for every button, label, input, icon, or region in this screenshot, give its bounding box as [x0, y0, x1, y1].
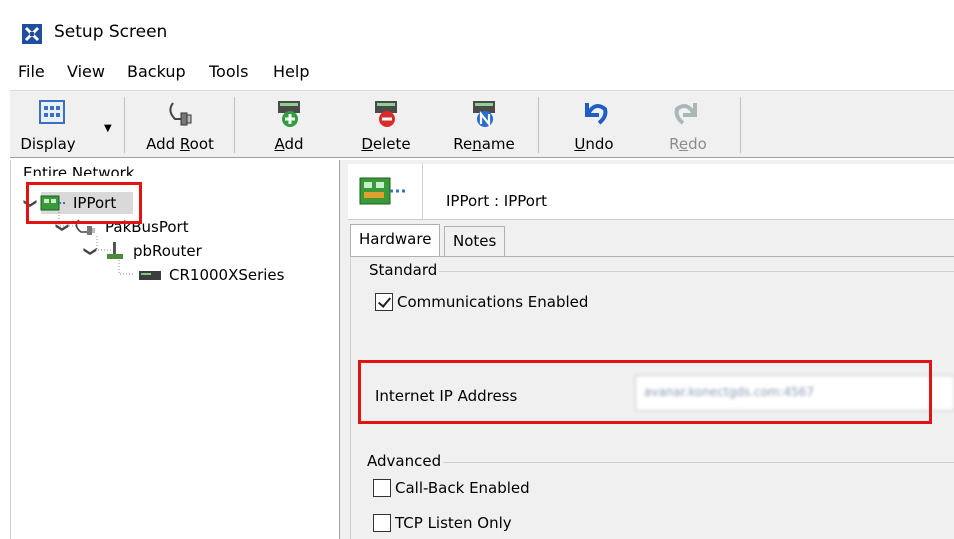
menu-bar: File View Backup Tools Help	[0, 58, 954, 88]
root-port-icon	[169, 102, 192, 126]
chevron-down-icon[interactable]: ❯	[83, 244, 98, 258]
advanced-group-label: Advanced	[365, 452, 444, 470]
group-divider	[431, 271, 954, 272]
undo-label: Undo	[574, 135, 614, 153]
toolbar-separator	[538, 97, 539, 153]
communications-enabled-label: Communications Enabled	[397, 293, 589, 311]
toolbar-separator	[740, 97, 741, 153]
datalogger-icon	[139, 271, 161, 280]
standard-group-label: Standard	[367, 261, 440, 279]
window-title: Setup Screen	[54, 22, 168, 42]
title-bar: Setup Screen	[0, 0, 954, 58]
display-grid-icon	[39, 100, 65, 124]
toolbar-separator	[124, 97, 125, 153]
call-back-enabled-label: Call-Back Enabled	[395, 479, 530, 497]
header-divider	[422, 164, 423, 220]
call-back-enabled-checkbox[interactable]: Call-Back Enabled	[373, 479, 530, 497]
add-label: Add	[274, 135, 304, 153]
app-logo-icon	[22, 24, 42, 44]
redo-button[interactable]: Redo	[642, 91, 734, 157]
tab-hardware[interactable]: Hardware	[350, 224, 441, 256]
redo-label: Redo	[669, 135, 707, 153]
tcp-listen-only-label: TCP Listen Only	[395, 514, 512, 532]
ip-address-highlight-box	[358, 360, 932, 424]
redo-arrow-icon	[674, 103, 697, 125]
router-icon	[107, 242, 123, 259]
undo-arrow-icon	[585, 103, 608, 125]
tree-node-label: pbRouter	[133, 242, 202, 260]
menu-help[interactable]: Help	[273, 62, 309, 81]
group-divider	[443, 462, 954, 463]
display-dropdown-icon[interactable]: ▼	[104, 123, 112, 134]
menu-backup[interactable]: Backup	[127, 62, 186, 81]
delete-button[interactable]: Delete	[340, 91, 432, 157]
menu-view[interactable]: View	[67, 62, 105, 81]
tree-node-pbrouter[interactable]: ❯ pbRouter	[83, 240, 202, 262]
rename-device-icon	[473, 101, 495, 128]
tree-highlight-box	[26, 182, 142, 224]
add-button[interactable]: Add	[246, 91, 332, 157]
delete-label: Delete	[361, 135, 411, 153]
device-header: IPPort : IPPort	[348, 164, 954, 220]
device-settings-pane: IPPort : IPPort Hardware Notes Standard …	[340, 160, 954, 539]
delete-device-icon	[375, 101, 397, 127]
tree-node-label: CR1000XSeries	[169, 266, 285, 284]
checkbox-unchecked-icon[interactable]	[373, 479, 391, 497]
add-device-icon	[278, 101, 300, 127]
undo-button[interactable]: Undo	[548, 91, 640, 157]
add-root-label: Add Root	[146, 135, 214, 153]
tab-notes[interactable]: Notes	[444, 226, 506, 256]
toolbar: Display ▼ Add Root Add Delete Rename Und…	[10, 90, 954, 158]
add-root-button[interactable]: Add Root	[132, 91, 228, 157]
rename-button[interactable]: Rename	[436, 91, 532, 157]
ip-port-icon	[359, 177, 406, 205]
tree-node-cr1000xseries[interactable]: CR1000XSeries	[119, 264, 284, 286]
device-title: IPPort : IPPort	[446, 192, 548, 210]
communications-enabled-checkbox[interactable]: Communications Enabled	[375, 293, 588, 311]
menu-file[interactable]: File	[18, 62, 45, 81]
display-label: Display	[20, 135, 76, 153]
tcp-listen-only-checkbox[interactable]: TCP Listen Only	[373, 514, 512, 532]
network-tree: Entire Network ❯ IPPort ❯ PakBusPort ❯ p…	[10, 160, 340, 539]
display-button[interactable]: Display ▼	[14, 91, 118, 157]
rename-label: Rename	[453, 135, 515, 153]
toolbar-separator	[234, 97, 235, 153]
checkbox-checked-icon[interactable]	[375, 293, 393, 311]
checkbox-unchecked-icon[interactable]	[373, 514, 391, 532]
menu-tools[interactable]: Tools	[209, 62, 248, 81]
